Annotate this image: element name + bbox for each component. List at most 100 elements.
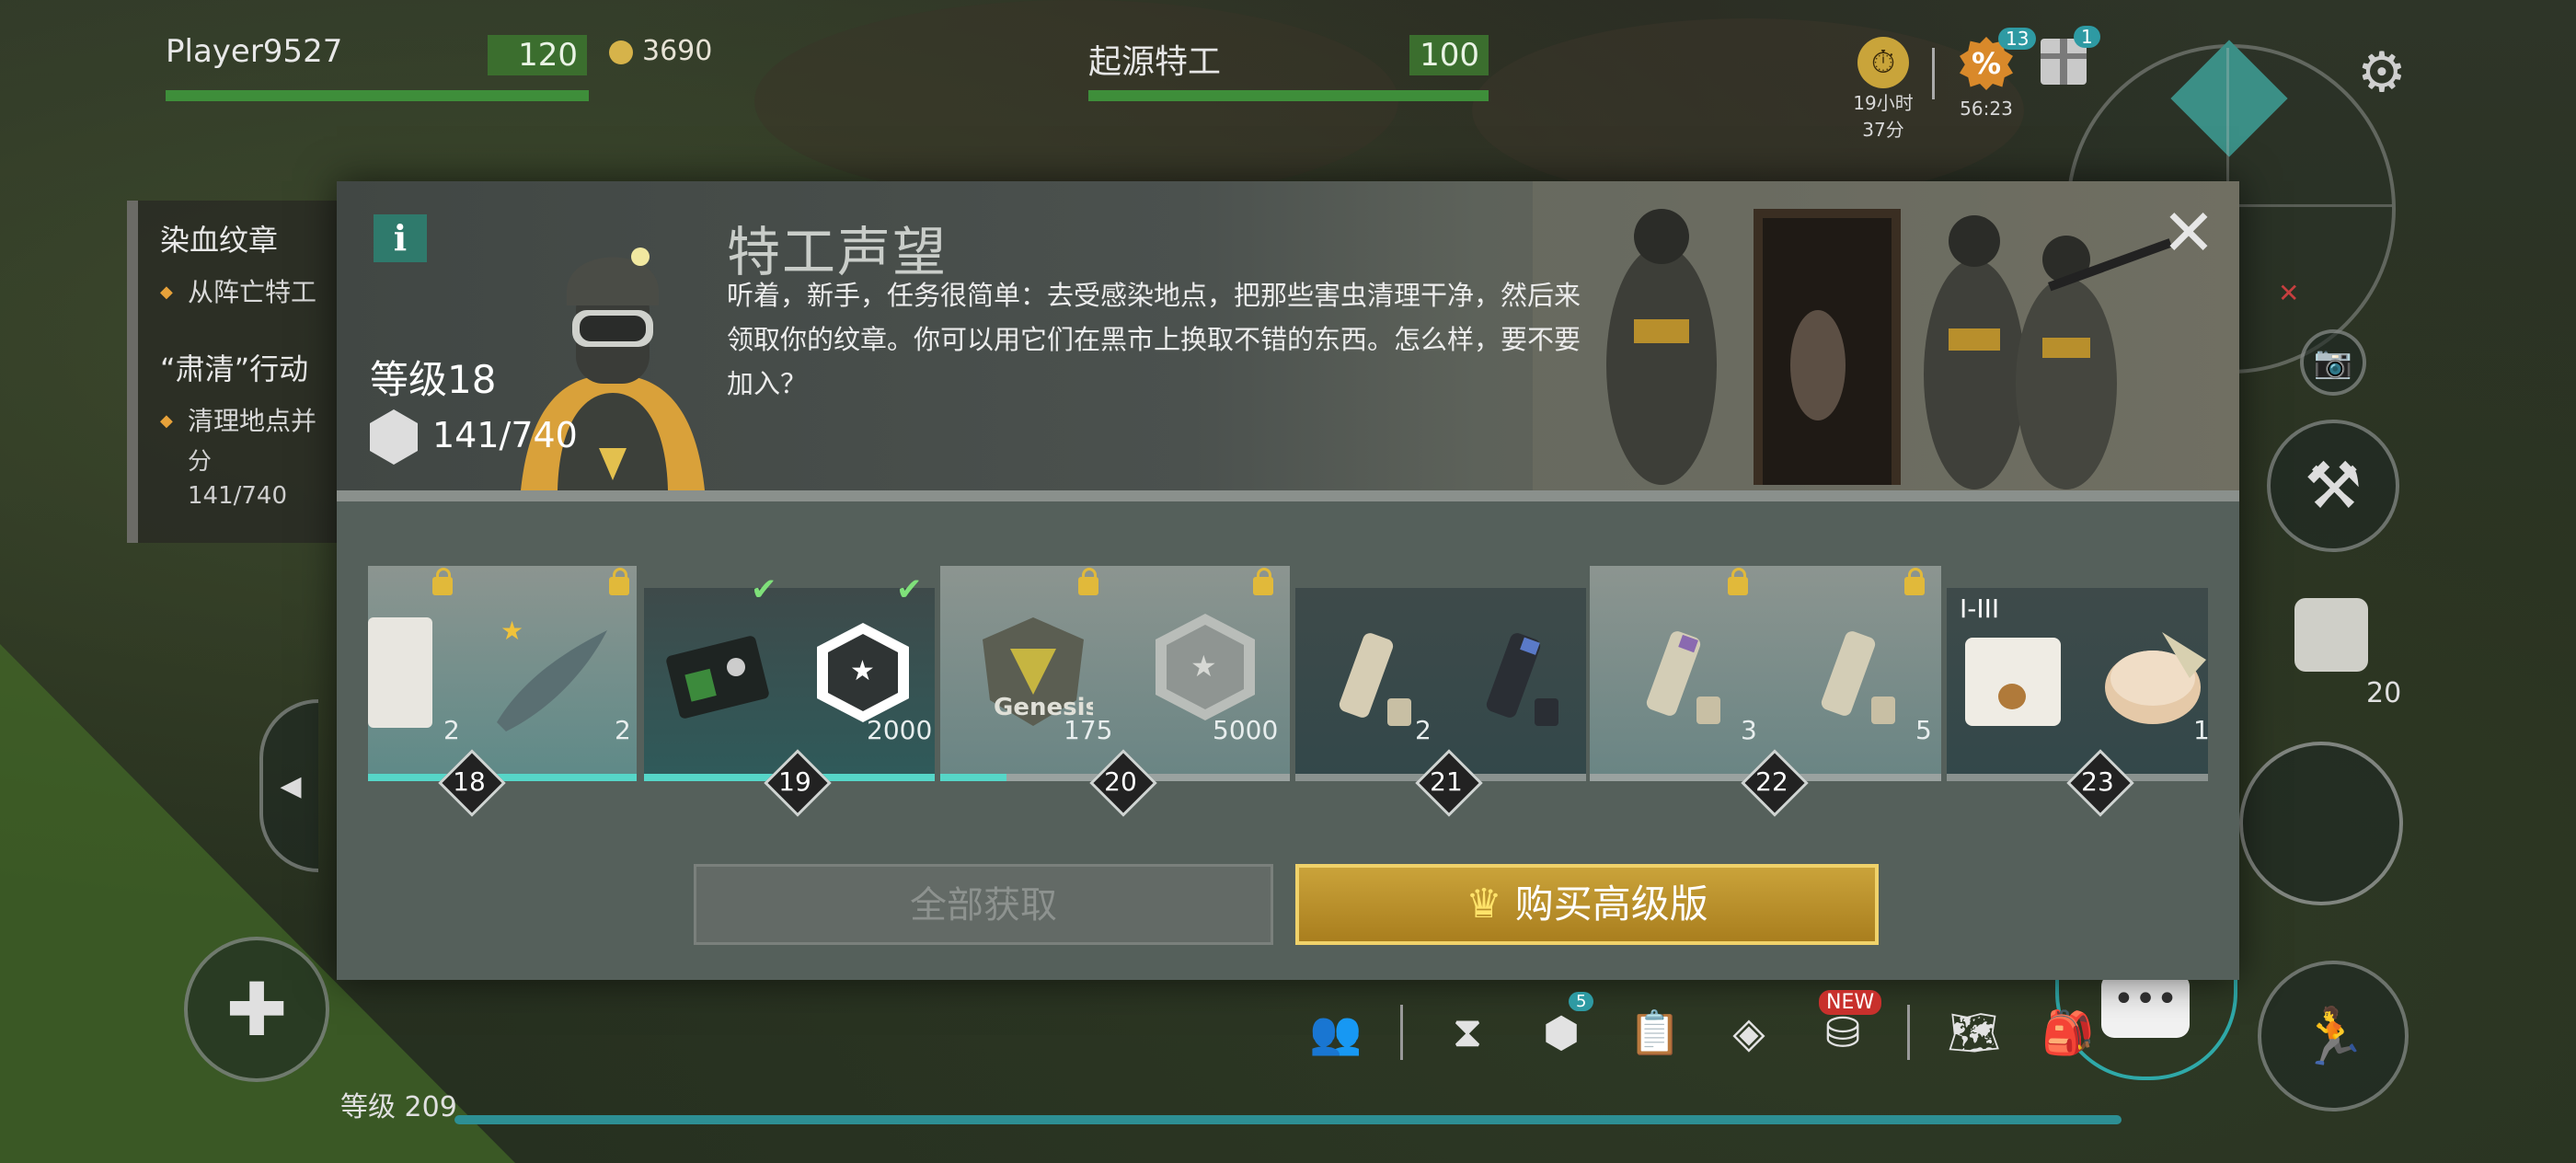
player-hp-bar — [166, 90, 589, 101]
quest-title: “肃清”行动 — [160, 351, 309, 386]
reward-count: 1 — [2193, 715, 2210, 745]
sale-badge: 13 — [1998, 28, 2037, 50]
level-number: 21 — [1430, 766, 1463, 797]
level-number: 19 — [778, 766, 811, 797]
camera-icon: 📷 — [2313, 344, 2353, 381]
sale-offer[interactable]: % 13 56:23 — [1952, 28, 2037, 120]
badge-icon[interactable]: ⬢ 5 — [1532, 992, 1594, 1062]
shield-badge-icon: ★ — [1156, 614, 1255, 720]
lock-icon — [432, 568, 453, 595]
map-icon[interactable]: 🗺 — [1945, 1003, 2004, 1062]
svg-text:★: ★ — [500, 616, 523, 646]
svg-text:★: ★ — [850, 655, 875, 687]
flashlight-icon — [1339, 633, 1411, 726]
ground-patch — [1472, 18, 2024, 202]
sale-timer: 56:23 — [1960, 98, 2013, 120]
player-name: Player9527 — [166, 33, 343, 70]
level-number: 20 — [1104, 766, 1137, 797]
svg-text:★: ★ — [1190, 649, 1217, 684]
crouch-button[interactable]: 🏃 — [2258, 961, 2409, 1111]
info-button[interactable]: i — [374, 214, 427, 262]
shield-badge-icon: ★ — [817, 623, 909, 722]
reward-count: 2 — [615, 715, 631, 745]
claimed-check-icon: ✔ — [751, 571, 777, 608]
gift-button[interactable]: 1 — [2041, 26, 2100, 90]
reputation-icon — [370, 409, 418, 465]
reward-card-22[interactable]: 3 5 — [1590, 566, 1941, 787]
faction-icon[interactable]: ◈ — [1719, 1003, 1778, 1062]
tasks-icon[interactable]: 📋 — [1626, 1003, 1685, 1062]
lock-icon — [609, 568, 629, 595]
progress-bar — [940, 774, 1006, 781]
level-number: 23 — [2081, 766, 2114, 797]
crate-icon — [368, 617, 432, 728]
heal-button[interactable]: ✚ — [184, 937, 329, 1082]
header-divider — [337, 490, 2239, 501]
level-label: 等级18 — [370, 357, 497, 402]
cat-food-box-icon — [1965, 638, 2061, 726]
medkit-item-icon[interactable] — [2294, 598, 2368, 672]
lock-icon — [1253, 568, 1273, 595]
quest-objective: 从阵亡特工 — [160, 272, 344, 313]
plus-icon: ✚ — [225, 966, 288, 1053]
player-level: 等级 209 — [340, 1091, 457, 1123]
dna-icon[interactable]: ⧗ — [1438, 1003, 1497, 1062]
new-badge: NEW — [1819, 990, 1882, 1015]
genesis-badge-icon: Genesis — [983, 617, 1093, 726]
agent-name: 起源特工 — [1088, 43, 1222, 81]
quest-progress: 141/740 — [188, 482, 288, 510]
settings-gear-icon[interactable]: ⚙ — [2357, 40, 2407, 105]
friends-icon[interactable]: 👥 — [1306, 1003, 1365, 1062]
coin-value: 3690 — [642, 35, 713, 67]
reward-count: 3 — [1741, 715, 1757, 745]
agent-hp-bar — [1088, 90, 1489, 101]
bottom-dock: 👥 ⧗ ⬢ 5 📋 ◈ ⛁ NEW 🗺 🎒 — [1306, 990, 2098, 1069]
hammer-icon: ⚒ — [2304, 448, 2363, 524]
buy-premium-button[interactable]: ♛ 购买高级版 — [1295, 864, 1879, 945]
reward-count: 5 — [1915, 715, 1932, 745]
lock-icon — [1078, 568, 1098, 595]
sturgeon-fish-icon: ★ — [497, 616, 607, 731]
flashlight-icon — [1821, 631, 1895, 724]
buy-premium-label: 购买高级版 — [1514, 881, 1708, 927]
timer-minutes: 37分 — [1862, 119, 1904, 141]
quest-objective-cont: 分 — [188, 448, 213, 476]
attack-button[interactable] — [2239, 742, 2403, 905]
gift-badge: 1 — [2074, 26, 2100, 48]
reward-card-18[interactable]: ★ 2 2 — [368, 566, 637, 787]
vehicle-marker-icon — [2170, 40, 2288, 157]
level-number: 22 — [1755, 766, 1788, 797]
quest-objective: 清理地点并 — [160, 401, 344, 442]
craft-button[interactable]: ⚒ — [2267, 420, 2399, 552]
coin-icon — [609, 40, 633, 64]
close-icon[interactable]: ✕ — [2158, 201, 2219, 266]
reward-card-23[interactable]: I-III 1 — [1947, 566, 2210, 787]
reputation-modal: i 等级18 141/740 特工声望 听着，新手，任务很简单：去受感染地点，把… — [337, 181, 2239, 980]
quest-panel[interactable]: 染血纹章 从阵亡特工 “肃清”行动 清理地点并 分 141/740 — [127, 201, 366, 543]
lock-icon — [1904, 568, 1925, 595]
claim-all-button[interactable]: 全部获取 — [694, 864, 1273, 945]
item-count: 20 — [2366, 677, 2402, 709]
claimed-check-icon: ✔ — [896, 571, 923, 608]
reward-card-20[interactable]: Genesis ★ 175 5000 — [940, 566, 1290, 787]
quest-title: 染血纹章 — [160, 223, 279, 258]
level-number: 18 — [453, 766, 486, 797]
reward-track[interactable]: ★ 2 2 ★ ✔ ✔ 2000 Genesis ★ 175 5000 2 3 … — [368, 566, 2210, 817]
coin-counter: 3690 — [609, 35, 712, 67]
clock-gift-icon: ⏱ — [1857, 37, 1909, 88]
ground-patch — [754, 0, 1398, 202]
squad-illustration — [1533, 181, 2239, 490]
hud-divider — [1932, 48, 1935, 99]
id-card-icon — [666, 636, 769, 719]
reward-card-19[interactable]: ★ ✔ ✔ 2000 — [644, 566, 935, 787]
reward-card-21[interactable]: 2 — [1295, 566, 1586, 787]
backpack-icon[interactable]: 🎒 — [2039, 1003, 2098, 1062]
modal-header: i 等级18 141/740 特工声望 听着，新手，任务很简单：去受感染地点，把… — [337, 181, 2239, 490]
xp-bar — [454, 1115, 2122, 1124]
coins-icon[interactable]: ⛁ NEW — [1813, 990, 1882, 1062]
agent-hp-value: 100 — [1409, 35, 1489, 75]
camera-button[interactable]: 📷 — [2300, 329, 2366, 396]
timed-event[interactable]: ⏱ 19小时 37分 — [1849, 37, 1917, 142]
timer-hours: 19小时 — [1853, 92, 1914, 114]
sneak-icon: 🏃 — [2298, 1004, 2368, 1069]
